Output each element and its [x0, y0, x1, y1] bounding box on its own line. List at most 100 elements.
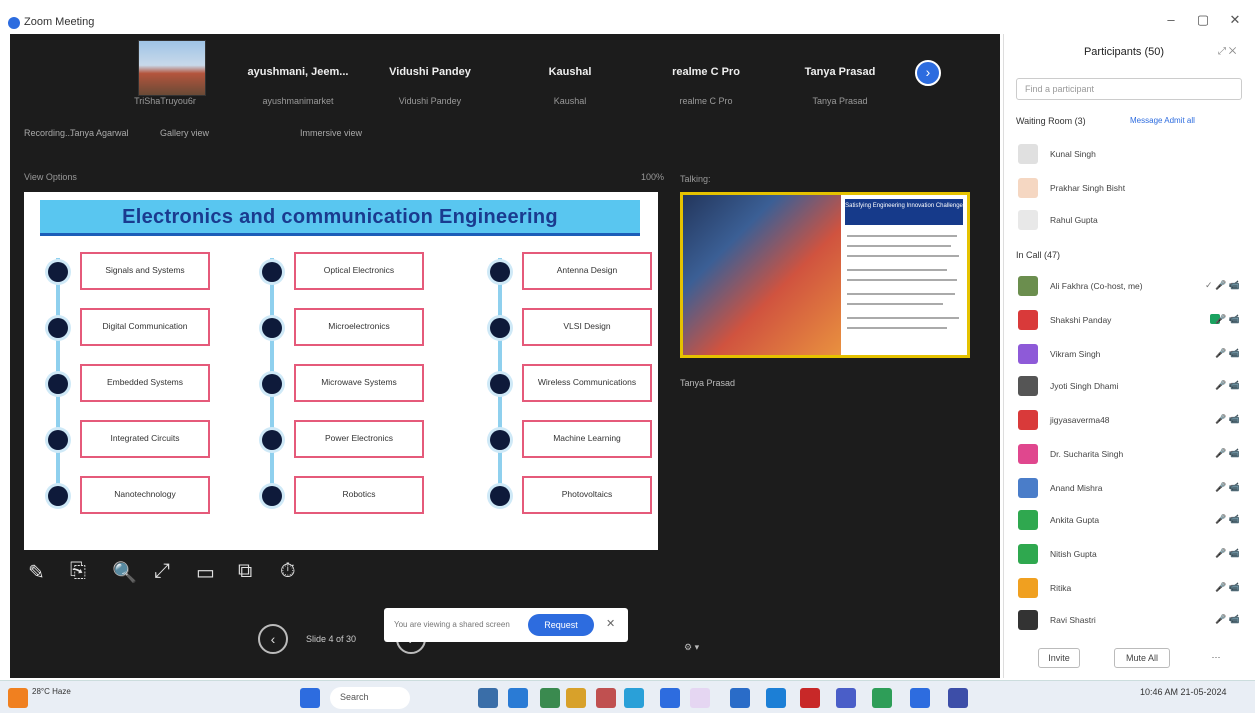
participant-row[interactable]: Ankita Gupta 🎤 📹 [1016, 504, 1246, 534]
prev-slide-button[interactable]: ‹ [258, 624, 288, 654]
settings-icon[interactable]: ⚙ ▾ [684, 642, 699, 653]
participant-row[interactable]: Shakshi Panday 🎤 📹 [1016, 304, 1246, 334]
waiting-room-label[interactable]: Waiting Room (3) [1016, 116, 1086, 126]
avatar [1018, 310, 1038, 330]
view-options-button[interactable]: View Options [24, 172, 77, 182]
gallery-view-button[interactable]: Gallery view [160, 128, 209, 138]
close-button[interactable]: ✕ [1222, 12, 1248, 28]
mic-icon[interactable]: 🎤 📹 [1215, 614, 1240, 625]
participant-row[interactable]: Anand Mishra 🎤 📹 [1016, 472, 1246, 502]
search-tool-icon[interactable]: 🔍 [112, 560, 137, 585]
participant-sub: ayushmanimarket [262, 96, 334, 106]
app-icon[interactable] [836, 688, 856, 708]
view-bar-item[interactable]: Tanya Agarwal [70, 128, 129, 138]
copy-tool-icon[interactable]: ⎘ [70, 560, 86, 583]
app-icon[interactable] [872, 688, 892, 708]
participant-tile[interactable]: TriShaTruyou6r [110, 34, 220, 116]
participants-panel: Participants (50) ⤢ ✕ Find a participant… [1003, 34, 1255, 678]
participant-name: Ritika [1050, 583, 1072, 593]
avatar [1018, 276, 1038, 296]
invite-button[interactable]: Invite [1038, 648, 1080, 668]
app-icon[interactable] [948, 688, 968, 708]
mic-icon[interactable]: 🎤 📹 [1215, 448, 1240, 459]
participant-name: Vidushi Pandey [389, 66, 471, 78]
speaker-video[interactable]: Satisfying Engineering Innovation Challe… [680, 192, 970, 358]
more-options-button[interactable]: ··· [1204, 648, 1228, 668]
waiting-row[interactable]: Prakhar Singh Bisht [1016, 172, 1246, 202]
mute-all-button[interactable]: Mute All [1114, 648, 1170, 668]
avatar [1018, 544, 1038, 564]
app-icon[interactable] [660, 688, 680, 708]
zoom-level[interactable]: 100% [641, 172, 664, 182]
participant-row[interactable]: Ali Fakhra (Co-host, me) ✓ 🎤 📹 [1016, 270, 1246, 300]
participant-row[interactable]: Jyoti Singh Dhami 🎤 📹 [1016, 370, 1246, 400]
bullet-dot [262, 430, 282, 450]
mic-icon[interactable]: 🎤 📹 [1215, 514, 1240, 525]
topic-item: Optical Electronics [252, 252, 432, 290]
taskview-icon[interactable] [478, 688, 498, 708]
mic-icon[interactable]: ✓ 🎤 📹 [1205, 280, 1240, 291]
clock[interactable]: 10:46 AM 21-05-2024 [1140, 687, 1227, 697]
topic-item: Microwave Systems [252, 364, 432, 402]
participant-row[interactable]: Ravi Shastri 🎤 📹 [1016, 604, 1246, 634]
in-call-label[interactable]: In Call (47) [1016, 250, 1060, 260]
pen-tool-icon[interactable]: ✎ [28, 560, 45, 585]
layout-tool-icon[interactable]: ⧉ [238, 560, 252, 583]
participant-row[interactable]: Dr. Sucharita Singh 🎤 📹 [1016, 438, 1246, 468]
zoom-icon [8, 17, 20, 29]
mic-icon[interactable]: 🎤 📹 [1215, 314, 1240, 325]
app-icon[interactable] [766, 688, 786, 708]
waiting-row[interactable]: Kunal Singh [1016, 138, 1246, 168]
start-icon[interactable] [300, 688, 320, 708]
recording-indicator[interactable]: Recording... [24, 128, 73, 138]
taskbar-search[interactable]: Search [330, 687, 410, 709]
strip-next-button[interactable]: › [915, 60, 941, 86]
mic-icon[interactable]: 🎤 📹 [1215, 380, 1240, 391]
bullet-dot [48, 374, 68, 394]
screen-tool-icon[interactable]: ▭ [196, 560, 215, 585]
topic-label: Robotics [294, 476, 424, 514]
app-icon[interactable] [508, 688, 528, 708]
participant-tile[interactable]: Vidushi Pandey Vidushi Pandey [370, 34, 490, 116]
participant-row[interactable]: Nitish Gupta 🎤 📹 [1016, 538, 1246, 568]
immersive-view-button[interactable]: Immersive view [300, 128, 362, 138]
app-icon[interactable] [800, 688, 820, 708]
participant-tile[interactable]: ayushmani, Jeem... ayushmanimarket [238, 34, 358, 116]
close-notification-icon[interactable]: ✕ [606, 617, 615, 630]
app-icon[interactable] [596, 688, 616, 708]
timer-tool-icon[interactable]: ⏱ [280, 560, 296, 583]
topic-item: Antenna Design [480, 252, 660, 290]
minimize-button[interactable]: – [1158, 12, 1184, 27]
topic-label: Antenna Design [522, 252, 652, 290]
participant-row[interactable]: jigyasaverma48 🎤 📹 [1016, 404, 1246, 434]
edge-icon[interactable] [624, 688, 644, 708]
mic-icon[interactable]: 🎤 📹 [1215, 348, 1240, 359]
weather-icon[interactable] [8, 688, 28, 708]
panel-options-icon[interactable]: ⤢ ✕ [1218, 46, 1236, 57]
mic-icon[interactable]: 🎤 📹 [1215, 414, 1240, 425]
preview-text-line [847, 279, 957, 281]
app-icon[interactable] [540, 688, 560, 708]
participant-tile[interactable]: realme C Pro realme C Pro [646, 34, 766, 116]
participant-tile[interactable]: Tanya Prasad Tanya Prasad [780, 34, 900, 116]
avatar [1018, 478, 1038, 498]
topic-item: Embedded Systems [38, 364, 218, 402]
waiting-actions[interactable]: Message Admit all [1130, 116, 1195, 125]
participant-tile[interactable]: Kaushal Kaushal [510, 34, 630, 116]
participant-search-input[interactable]: Find a participant [1016, 78, 1242, 100]
participant-row[interactable]: Vikram Singh 🎤 📹 [1016, 338, 1246, 368]
waiting-row[interactable]: Rahul Gupta [1016, 204, 1246, 234]
maximize-button[interactable]: ▢ [1190, 12, 1216, 28]
talking-label: Talking: [680, 174, 711, 184]
mic-icon[interactable]: 🎤 📹 [1215, 582, 1240, 593]
participant-row[interactable]: Ritika 🎤 📹 [1016, 572, 1246, 602]
mic-icon[interactable]: 🎤 📹 [1215, 548, 1240, 559]
topic-label: Optical Electronics [294, 252, 424, 290]
app-icon[interactable] [690, 688, 710, 708]
expand-tool-icon[interactable]: ⤢ [154, 560, 170, 583]
folder-icon[interactable] [566, 688, 586, 708]
app-icon[interactable] [730, 688, 750, 708]
mic-icon[interactable]: 🎤 📹 [1215, 482, 1240, 493]
request-button[interactable]: Request [528, 614, 594, 636]
zoom-taskbar-icon[interactable] [910, 688, 930, 708]
